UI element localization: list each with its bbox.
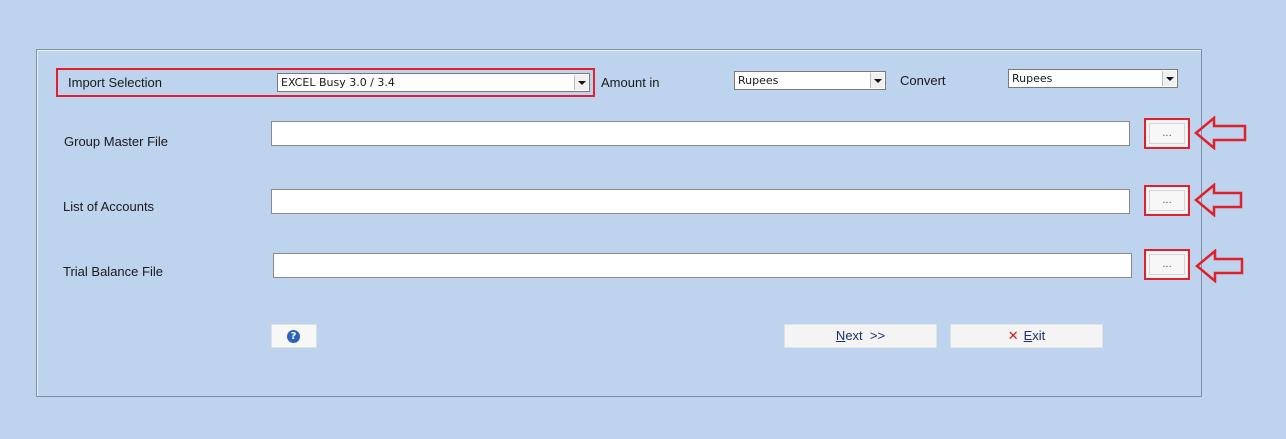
convert-dropdown[interactable]: Rupees: [1008, 69, 1178, 88]
browse-label: ...: [1149, 123, 1185, 144]
chevron-down-icon[interactable]: [1162, 71, 1176, 86]
left-arrow-icon: [1194, 116, 1247, 150]
left-arrow-icon: [1195, 249, 1244, 283]
browse-label: ...: [1149, 254, 1185, 275]
list-of-accounts-input[interactable]: [271, 189, 1130, 214]
chevron-down-icon[interactable]: [870, 73, 884, 88]
next-label: ext >>: [845, 328, 886, 343]
next-mnemonic: N: [835, 328, 846, 343]
next-button[interactable]: Next >>: [784, 324, 937, 348]
chevron-down-icon[interactable]: [574, 75, 588, 90]
import-selection-value: EXCEL Busy 3.0 / 3.4: [281, 76, 395, 89]
amount-in-value: Rupees: [738, 74, 779, 87]
exit-button[interactable]: ✕ Exit: [950, 324, 1103, 348]
convert-value: Rupees: [1012, 72, 1053, 85]
import-selection-dropdown[interactable]: EXCEL Busy 3.0 / 3.4: [277, 73, 590, 92]
exit-label: xit: [1032, 328, 1046, 343]
help-button[interactable]: ?: [271, 324, 317, 348]
close-icon: ✕: [1007, 328, 1019, 343]
browse-label: ...: [1149, 190, 1185, 211]
left-arrow-icon: [1194, 183, 1243, 217]
amount-in-label: Amount in: [601, 75, 660, 90]
list-of-accounts-browse-button[interactable]: ...: [1144, 185, 1190, 216]
trial-balance-file-input[interactable]: [273, 253, 1132, 278]
exit-mnemonic: E: [1023, 328, 1033, 343]
help-icon: ?: [287, 330, 300, 343]
group-master-file-label: Group Master File: [64, 134, 169, 149]
trial-balance-browse-button[interactable]: ...: [1144, 249, 1190, 280]
list-of-accounts-label: List of Accounts: [63, 199, 155, 214]
group-master-file-input[interactable]: [271, 121, 1130, 146]
trial-balance-file-label: Trial Balance File: [63, 264, 163, 279]
amount-in-dropdown[interactable]: Rupees: [734, 71, 886, 90]
group-master-browse-button[interactable]: ...: [1144, 118, 1190, 149]
import-selection-label: Import Selection: [68, 75, 162, 90]
convert-label: Convert: [900, 73, 946, 88]
